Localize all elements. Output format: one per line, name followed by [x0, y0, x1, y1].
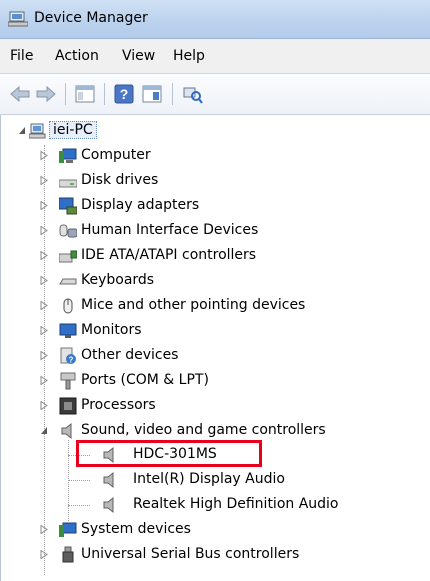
menu-help[interactable]: Help [173, 48, 205, 64]
tree-root-label[interactable]: iei-PC [49, 121, 97, 139]
expand-arrow-icon[interactable] [40, 251, 48, 260]
disk-drive-icon [59, 179, 77, 188]
back-arrow-icon[interactable] [8, 83, 32, 105]
menu-view[interactable]: View [122, 48, 155, 64]
expand-arrow-icon[interactable] [40, 201, 48, 210]
tree-node-intel-display-audio[interactable]: Intel(R) Display Audio [1, 468, 430, 492]
window-title: Device Manager [34, 10, 148, 26]
tree-node-label: Sound, video and game controllers [81, 422, 326, 438]
display-adapter-icon [59, 197, 77, 215]
tree-node-label: Keyboards [81, 272, 155, 288]
tree-node-monitors[interactable]: Monitors [1, 319, 430, 343]
menu-file[interactable]: File [10, 48, 33, 64]
menu-bar: File Action View Help [0, 39, 430, 74]
tree-node-other-devices[interactable]: ? Other devices [1, 344, 430, 368]
tree-node-label: Ports (COM & LPT) [81, 372, 209, 388]
tree-node-ide-controllers[interactable]: IDE ATA/ATAPI controllers [1, 244, 430, 268]
tree-node-label: Intel(R) Display Audio [133, 471, 285, 487]
expand-arrow-icon[interactable] [40, 276, 48, 285]
toolbar-separator [65, 83, 66, 105]
svg-text:?: ? [69, 356, 74, 365]
show-hide-console-tree-icon[interactable] [73, 83, 97, 105]
collapse-arrow-icon[interactable] [18, 126, 26, 135]
keyboard-icon [59, 278, 77, 285]
tree-node-label: Universal Serial Bus controllers [81, 546, 300, 562]
expand-arrow-icon[interactable] [40, 226, 48, 235]
tree-node-label: Human Interface Devices [81, 222, 259, 238]
unknown-device-icon: ? [60, 347, 76, 365]
port-connector-icon [60, 372, 76, 390]
processor-icon [59, 397, 77, 415]
tree-node-hid[interactable]: Human Interface Devices [1, 219, 430, 243]
tree-node-ports[interactable]: Ports (COM & LPT) [1, 369, 430, 393]
device-manager-icon [8, 11, 28, 27]
usb-plug-icon [62, 546, 74, 563]
tree-node-label: Monitors [81, 322, 142, 338]
tree-node-computer[interactable]: Computer [1, 144, 430, 168]
tree-node-label: Realtek High Definition Audio [133, 496, 339, 512]
tree-node-display-adapters[interactable]: Display adapters [1, 194, 430, 218]
tree-guide-line [68, 480, 90, 481]
toolbar-separator [104, 83, 105, 105]
speaker-icon [103, 471, 114, 489]
tree-node-label: Disk drives [81, 172, 159, 188]
speaker-icon [61, 422, 72, 440]
tree-node-label: Other devices [81, 347, 179, 363]
tree-node-label: IDE ATA/ATAPI controllers [81, 247, 257, 263]
computer-icon [29, 123, 46, 139]
expand-arrow-icon[interactable] [40, 376, 48, 385]
expand-arrow-icon[interactable] [40, 401, 48, 410]
tree-node-system-devices[interactable]: System devices [1, 518, 430, 542]
expand-arrow-icon[interactable] [40, 326, 48, 335]
tree-node-keyboards[interactable]: Keyboards [1, 269, 430, 293]
scan-hardware-icon[interactable] [180, 83, 204, 105]
forward-arrow-icon[interactable] [34, 83, 58, 105]
tree-node-label: Processors [81, 397, 156, 413]
collapse-arrow-icon[interactable] [40, 426, 48, 435]
tree-node-processors[interactable]: Processors [1, 394, 430, 418]
system-device-icon [59, 522, 77, 537]
tree-guide-line [68, 505, 90, 506]
highlight-box [76, 440, 262, 467]
svg-text:?: ? [120, 86, 129, 102]
toolbar-separator [172, 83, 173, 105]
tree-node-usb-controllers[interactable]: Universal Serial Bus controllers [1, 543, 430, 567]
expand-arrow-icon[interactable] [40, 351, 48, 360]
expand-arrow-icon[interactable] [40, 525, 48, 534]
expand-arrow-icon[interactable] [40, 176, 48, 185]
properties-icon[interactable] [140, 83, 164, 105]
menu-action[interactable]: Action [55, 48, 99, 64]
tree-node-label: Computer [81, 147, 151, 163]
device-manager-window: Device Manager File Action View Help ? i… [0, 0, 430, 581]
speaker-icon [103, 496, 114, 514]
expand-arrow-icon[interactable] [40, 550, 48, 559]
tree-node-realtek-audio[interactable]: Realtek High Definition Audio [1, 493, 430, 517]
tree-node-label: Display adapters [81, 197, 200, 213]
tree-node-label: Mice and other pointing devices [81, 297, 306, 313]
expand-arrow-icon[interactable] [40, 151, 48, 160]
title-bar: Device Manager [0, 0, 430, 39]
monitor-icon [59, 323, 77, 338]
toolbar: ? [0, 74, 430, 115]
tree-node-label: System devices [81, 521, 191, 537]
tree-node-root[interactable]: iei-PC [1, 119, 430, 143]
device-tree: iei-PC Computer Disk drives Display adap… [0, 115, 430, 581]
ide-controller-icon [59, 250, 77, 263]
expand-arrow-icon[interactable] [40, 301, 48, 310]
mouse-icon [63, 298, 73, 314]
help-icon[interactable]: ? [112, 83, 136, 105]
computer-icon [59, 148, 77, 163]
human-interface-device-icon [59, 224, 77, 238]
tree-node-mice[interactable]: Mice and other pointing devices [1, 294, 430, 318]
tree-node-disk-drives[interactable]: Disk drives [1, 169, 430, 193]
